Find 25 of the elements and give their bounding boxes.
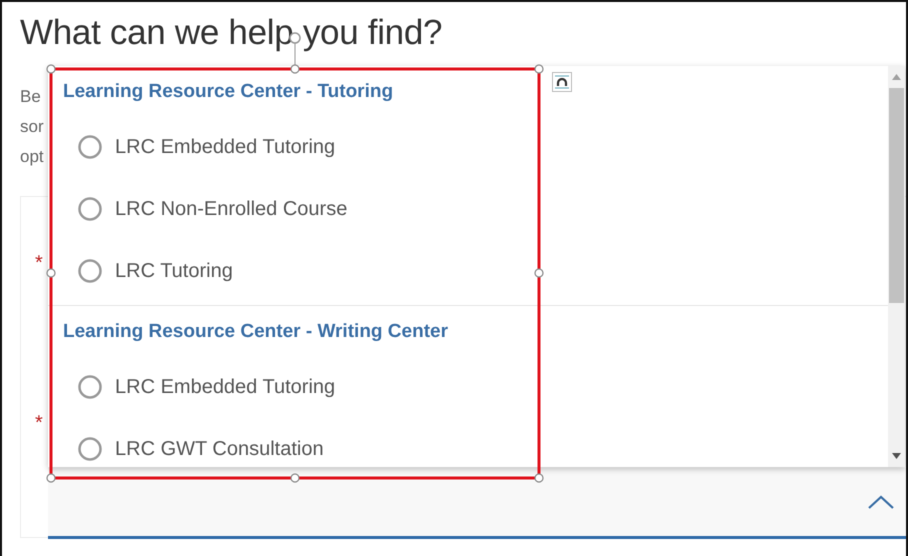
page-heading: What can we help you find? xyxy=(20,12,444,54)
required-mark: * xyxy=(35,253,44,273)
option-label[interactable]: LRC GWT Consultation xyxy=(115,438,324,460)
group-heading: Learning Resource Center - Tutoring xyxy=(63,80,394,104)
option-label[interactable]: LRC Non-Enrolled Course xyxy=(115,198,348,220)
radio-button[interactable] xyxy=(78,135,102,159)
group-heading: Learning Resource Center - Writing Center xyxy=(63,320,448,344)
option-label[interactable]: LRC Tutoring xyxy=(115,260,233,282)
select-field[interactable] xyxy=(48,468,906,539)
intro-text: sor xyxy=(20,116,45,138)
scroll-thumb[interactable] xyxy=(889,88,904,303)
intro-text: Be xyxy=(20,86,42,108)
option-label[interactable]: LRC Embedded Tutoring xyxy=(115,136,336,158)
scrollbar[interactable] xyxy=(888,66,905,467)
layout-options-icon[interactable] xyxy=(552,72,572,92)
radio-button[interactable] xyxy=(78,375,102,399)
scroll-down-icon[interactable] xyxy=(892,453,901,459)
radio-button[interactable] xyxy=(78,197,102,221)
chevron-up-icon[interactable] xyxy=(868,495,894,509)
option-label[interactable]: LRC Embedded Tutoring xyxy=(115,376,336,398)
scroll-up-icon[interactable] xyxy=(892,74,901,80)
required-mark: * xyxy=(35,413,44,433)
radio-button[interactable] xyxy=(78,437,102,461)
radio-button[interactable] xyxy=(78,259,102,283)
intro-text: opt xyxy=(20,146,45,168)
